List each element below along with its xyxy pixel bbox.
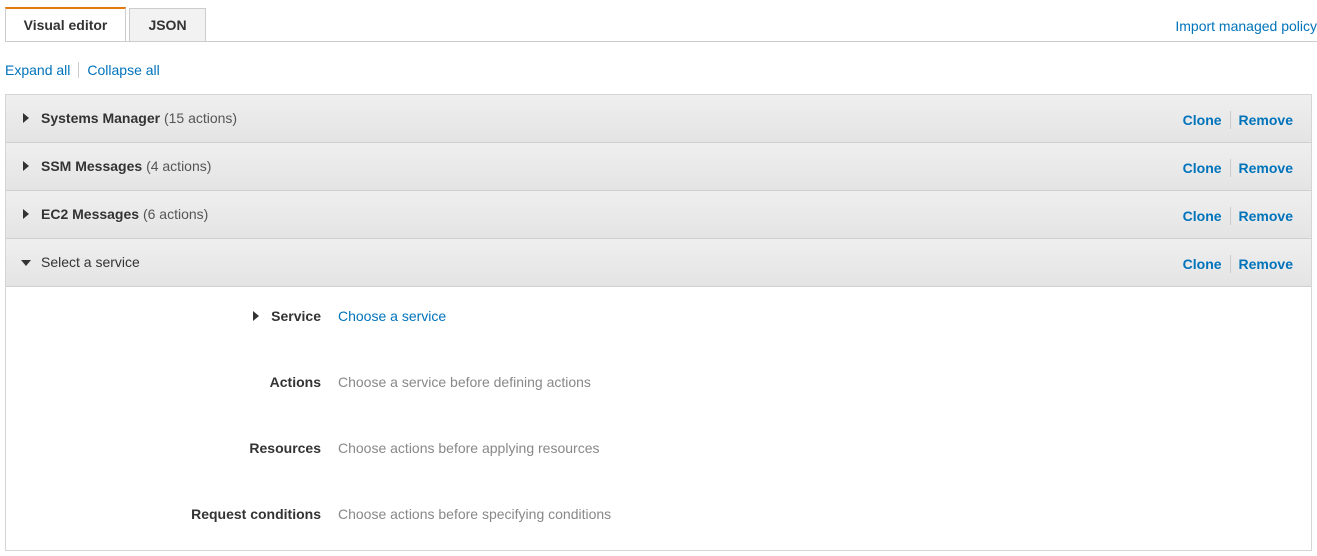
clone-button[interactable]: Clone bbox=[1183, 160, 1222, 176]
tab-json[interactable]: JSON bbox=[129, 8, 206, 41]
remove-button[interactable]: Remove bbox=[1239, 112, 1293, 128]
clone-button[interactable]: Clone bbox=[1183, 208, 1222, 224]
caret-right-icon[interactable] bbox=[23, 209, 29, 219]
divider bbox=[78, 62, 80, 78]
clone-button[interactable]: Clone bbox=[1183, 112, 1222, 128]
divider bbox=[1229, 255, 1231, 273]
caret-right-icon[interactable] bbox=[253, 311, 260, 321]
actions-field: Actions Choose a service before defining… bbox=[6, 374, 1311, 394]
statement-row-ssm-messages[interactable]: SSM Messages (4 actions) Clone Remove bbox=[6, 143, 1311, 191]
service-label[interactable]: Service bbox=[253, 308, 321, 324]
statement-actions: Clone Remove bbox=[1183, 255, 1293, 273]
actions-label: Actions bbox=[269, 374, 321, 390]
resources-field: Resources Choose actions before applying… bbox=[6, 440, 1311, 460]
divider bbox=[1229, 111, 1231, 129]
divider bbox=[1229, 207, 1231, 225]
resources-placeholder: Choose actions before applying resources bbox=[338, 440, 600, 456]
statement-count: (15 actions) bbox=[163, 110, 238, 126]
policy-statements-panel: Systems Manager (15 actions) Clone Remov… bbox=[5, 94, 1312, 551]
resources-label: Resources bbox=[249, 440, 321, 456]
statement-actions: Clone Remove bbox=[1183, 207, 1293, 225]
remove-button[interactable]: Remove bbox=[1239, 256, 1293, 272]
statement-title: EC2 Messages (6 actions) bbox=[41, 206, 208, 222]
clone-button[interactable]: Clone bbox=[1183, 256, 1222, 272]
service-field: Service Choose a service bbox=[6, 308, 1311, 328]
statement-actions: Clone Remove bbox=[1183, 111, 1293, 129]
statement-editor-body: Service Choose a service Actions Choose … bbox=[6, 287, 1311, 551]
statement-service: Systems Manager bbox=[41, 110, 161, 126]
import-managed-policy-link[interactable]: Import managed policy bbox=[1175, 18, 1317, 34]
caret-right-icon[interactable] bbox=[23, 161, 29, 171]
collapse-all-link[interactable]: Collapse all bbox=[87, 62, 159, 78]
request-conditions-field: Request conditions Choose actions before… bbox=[6, 506, 1311, 526]
tab-bar: Visual editor JSON Import managed policy bbox=[5, 7, 1317, 42]
statement-row-systems-manager[interactable]: Systems Manager (15 actions) Clone Remov… bbox=[6, 95, 1311, 143]
statement-title: Select a service bbox=[41, 254, 140, 270]
statement-row-ec2-messages[interactable]: EC2 Messages (6 actions) Clone Remove bbox=[6, 191, 1311, 239]
statement-count: (6 actions) bbox=[142, 206, 209, 222]
tab-visual-editor[interactable]: Visual editor bbox=[5, 7, 126, 41]
request-conditions-label: Request conditions bbox=[191, 506, 321, 522]
divider bbox=[1229, 159, 1231, 177]
statement-row-select-service[interactable]: Select a service Clone Remove bbox=[6, 239, 1311, 287]
expand-all-link[interactable]: Expand all bbox=[5, 62, 70, 78]
service-label-text: Service bbox=[271, 308, 321, 324]
request-conditions-placeholder: Choose actions before specifying conditi… bbox=[338, 506, 612, 522]
choose-service-link[interactable]: Choose a service bbox=[338, 308, 446, 324]
statement-service: SSM Messages bbox=[41, 158, 143, 174]
caret-down-icon[interactable] bbox=[21, 260, 31, 266]
caret-right-icon[interactable] bbox=[23, 113, 29, 123]
remove-button[interactable]: Remove bbox=[1239, 160, 1293, 176]
statement-service: EC2 Messages bbox=[41, 206, 140, 222]
statement-title: Systems Manager (15 actions) bbox=[41, 110, 237, 126]
remove-button[interactable]: Remove bbox=[1239, 208, 1293, 224]
statement-actions: Clone Remove bbox=[1183, 159, 1293, 177]
statement-count: (4 actions) bbox=[146, 158, 212, 174]
expand-collapse-bar: Expand all Collapse all bbox=[5, 61, 160, 79]
statement-title: SSM Messages (4 actions) bbox=[41, 158, 211, 174]
actions-placeholder: Choose a service before defining actions bbox=[338, 374, 591, 390]
